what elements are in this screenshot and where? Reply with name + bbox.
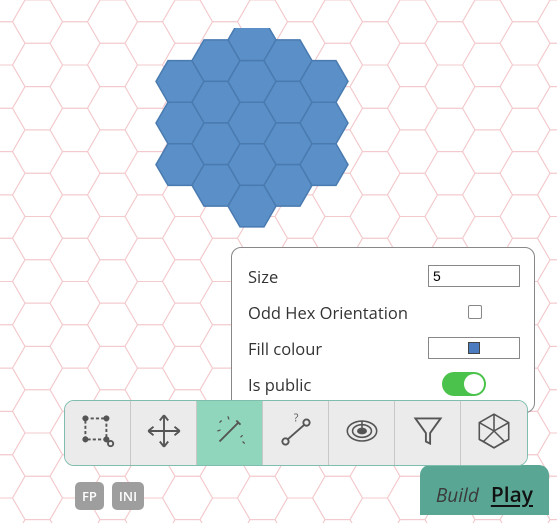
tool-toolbar: ? <box>64 400 528 466</box>
fp-badge[interactable]: FP <box>75 482 104 510</box>
orientation-checkbox[interactable] <box>468 305 482 319</box>
status-badges: FP INI <box>75 482 144 510</box>
magic-tool[interactable] <box>197 401 263 465</box>
ping-tool[interactable] <box>329 401 395 465</box>
magic-tool-icon <box>209 410 251 457</box>
is-public-label: Is public <box>248 373 311 396</box>
fill-colour-picker[interactable] <box>428 337 520 359</box>
dice-tool-icon <box>473 410 515 457</box>
dice-tool[interactable] <box>461 401 527 465</box>
select-tool[interactable] <box>65 401 131 465</box>
filter-tool[interactable] <box>395 401 461 465</box>
size-label: Size <box>248 265 278 288</box>
move-tool-icon <box>143 410 185 457</box>
measure-tool[interactable]: ? <box>263 401 329 465</box>
orientation-label: Odd Hex Orientation <box>248 301 408 324</box>
ping-tool-icon <box>341 410 383 457</box>
fill-colour-label: Fill colour <box>248 337 322 360</box>
measure-tool-icon: ? <box>275 410 317 457</box>
filter-tool-icon <box>407 410 449 457</box>
ini-badge[interactable]: INI <box>112 482 144 510</box>
svg-text:?: ? <box>293 411 298 425</box>
is-public-toggle[interactable] <box>442 372 486 396</box>
select-tool-icon <box>77 410 119 457</box>
placed-hex-shape[interactable] <box>152 28 362 228</box>
move-tool[interactable] <box>131 401 197 465</box>
play-mode-button[interactable]: Play <box>491 481 533 509</box>
build-mode-button[interactable]: Build <box>436 482 479 508</box>
mode-switch: Build Play <box>420 465 549 515</box>
size-input[interactable] <box>428 265 520 287</box>
shape-settings-panel: Size Odd Hex Orientation Fill colour Is … <box>231 247 535 413</box>
